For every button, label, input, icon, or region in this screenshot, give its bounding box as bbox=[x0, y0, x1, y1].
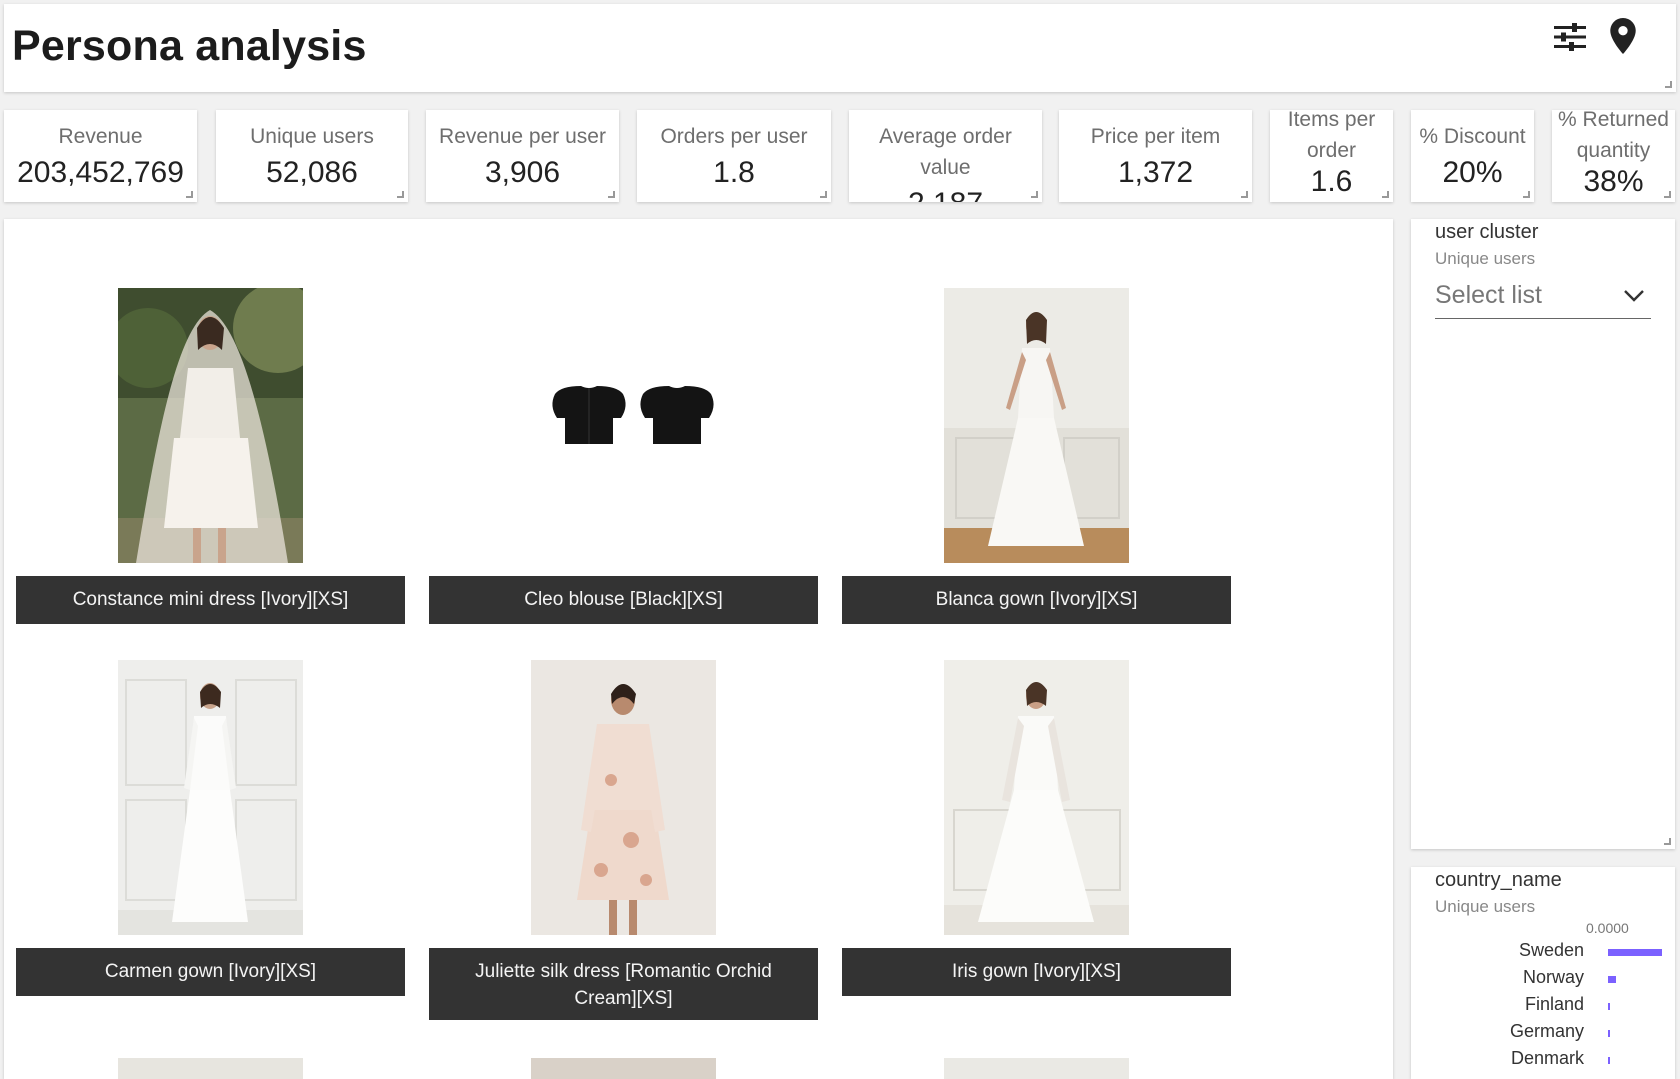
bar-row[interactable]: Norway bbox=[1411, 965, 1675, 991]
kpi-label: Orders per user bbox=[660, 125, 808, 148]
panel-subtitle: Unique users bbox=[1435, 249, 1536, 268]
bar[interactable] bbox=[1608, 1057, 1610, 1064]
resize-handle[interactable] bbox=[1382, 191, 1389, 198]
kpi-value: 3,906 bbox=[484, 156, 561, 189]
select-placeholder: Select list bbox=[1435, 281, 1542, 309]
kpi-value: 38% bbox=[1583, 165, 1644, 198]
bar-label: Finland bbox=[1524, 994, 1584, 1014]
kpi-label: Average order value bbox=[879, 125, 1012, 179]
kpi-value: 203,452,769 bbox=[17, 156, 184, 189]
resize-handle[interactable] bbox=[1664, 191, 1671, 198]
resize-handle[interactable] bbox=[1241, 191, 1248, 198]
product-name-label: Cleo blouse [Black][XS] bbox=[429, 576, 818, 624]
panel-title: user cluster bbox=[1435, 221, 1539, 243]
page-title: Persona analysis bbox=[12, 22, 367, 70]
kpi-label: Items per order bbox=[1287, 110, 1376, 162]
bar-label: Germany bbox=[1509, 1021, 1584, 1041]
kpi-orders-per-user: Orders per user 1.8 bbox=[637, 110, 831, 202]
kpi-value: 1,372 bbox=[1117, 156, 1194, 189]
resize-handle[interactable] bbox=[397, 191, 404, 198]
map-pin-icon[interactable] bbox=[1610, 18, 1636, 54]
kpi-value: 20% bbox=[1442, 156, 1503, 189]
kpi-value: 1.8 bbox=[713, 156, 755, 189]
kpi-revenue: Revenue 203,452,769 bbox=[4, 110, 197, 202]
kpi-label: Revenue bbox=[58, 125, 143, 148]
header-bar: Persona analysis bbox=[4, 4, 1676, 92]
bar-label: Denmark bbox=[1510, 1048, 1584, 1068]
kpi-value: 52,086 bbox=[266, 156, 358, 189]
bar-row[interactable]: Germany bbox=[1411, 1019, 1675, 1045]
kpi-discount: % Discount 20% bbox=[1411, 110, 1534, 202]
country-chart-panel: country_name Unique users 0.0000 Sweden N… bbox=[1411, 867, 1675, 1079]
chevron-down-icon bbox=[1624, 290, 1644, 302]
bar-row[interactable]: Sweden bbox=[1411, 938, 1675, 964]
kpi-label: % Discount bbox=[1419, 125, 1526, 148]
resize-handle[interactable] bbox=[608, 191, 615, 198]
product-photo bbox=[944, 288, 1129, 563]
kpi-unique-users: Unique users 52,086 bbox=[216, 110, 408, 202]
panel-title: country_name bbox=[1435, 869, 1562, 891]
axis-tick-label: 0.0000 bbox=[1586, 920, 1629, 936]
bar[interactable] bbox=[1608, 949, 1662, 956]
product-photo bbox=[944, 660, 1129, 935]
bar-row[interactable]: Finland bbox=[1411, 992, 1675, 1018]
product-photo bbox=[118, 1058, 303, 1079]
user-cluster-panel: user cluster Unique users Select list bbox=[1411, 219, 1675, 849]
product-photo bbox=[531, 660, 716, 935]
product-name-label: Juliette silk dress [Romantic Orchid Cre… bbox=[429, 948, 818, 1020]
product-grid-panel: Constance mini dress [Ivory][XS] Cleo bl… bbox=[4, 219, 1393, 1079]
bar[interactable] bbox=[1608, 1030, 1610, 1037]
bar-label: Sweden bbox=[1518, 940, 1584, 960]
kpi-price-per-item: Price per item 1,372 bbox=[1059, 110, 1252, 202]
sliders-icon[interactable] bbox=[1554, 22, 1586, 52]
bar[interactable] bbox=[1608, 1003, 1610, 1010]
product-name-label: Carmen gown [Ivory][XS] bbox=[16, 948, 405, 996]
bar[interactable] bbox=[1608, 976, 1616, 983]
cluster-select[interactable]: Select list bbox=[1435, 277, 1651, 319]
kpi-value: 1.6 bbox=[1310, 165, 1353, 198]
product-photo bbox=[531, 1058, 716, 1079]
resize-handle[interactable] bbox=[186, 191, 193, 198]
kpi-label: Unique users bbox=[250, 125, 374, 148]
kpi-label: Revenue per user bbox=[439, 125, 606, 148]
kpi-value: 2,187 bbox=[849, 184, 1042, 202]
kpi-revenue-per-user: Revenue per user 3,906 bbox=[426, 110, 619, 202]
resize-handle[interactable] bbox=[1665, 81, 1672, 88]
kpi-items-per-order: Items per order 1.6 bbox=[1270, 110, 1393, 202]
resize-handle[interactable] bbox=[1031, 191, 1038, 198]
kpi-returned-quantity: % Returned quantity 38% bbox=[1552, 110, 1675, 202]
kpi-label: % Returned quantity bbox=[1558, 110, 1669, 162]
product-photo bbox=[118, 288, 303, 563]
product-name-label: Constance mini dress [Ivory][XS] bbox=[16, 576, 405, 624]
resize-handle[interactable] bbox=[1664, 838, 1671, 845]
resize-handle[interactable] bbox=[1523, 191, 1530, 198]
kpi-label: Price per item bbox=[1090, 125, 1221, 148]
product-photo bbox=[944, 1058, 1129, 1079]
bar-row[interactable]: Denmark bbox=[1411, 1046, 1675, 1072]
kpi-average-order-value: Average order value 2,187 bbox=[849, 110, 1042, 202]
product-photo bbox=[118, 660, 303, 935]
product-photo bbox=[531, 288, 716, 563]
panel-subtitle: Unique users bbox=[1435, 897, 1536, 916]
resize-handle[interactable] bbox=[820, 191, 827, 198]
product-name-label: Blanca gown [Ivory][XS] bbox=[842, 576, 1231, 624]
product-name-label: Iris gown [Ivory][XS] bbox=[842, 948, 1231, 996]
bar-label: Norway bbox=[1522, 967, 1584, 987]
